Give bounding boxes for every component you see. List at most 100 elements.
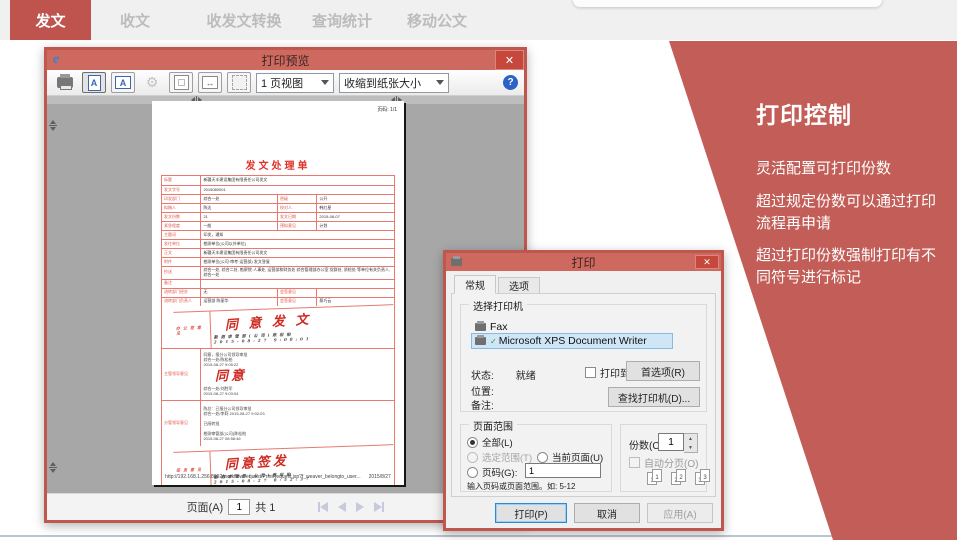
landscape-button[interactable]: A [111, 72, 135, 93]
preview-toolbar: A A ⚙ ↔ 1 页视图 收缩到纸张大小 ? [47, 70, 524, 96]
last-page-icon[interactable] [374, 502, 385, 512]
doc-cell-value: 勘测单位(公司以外单位) [203, 240, 247, 246]
doc-cell-label: 密级 [278, 195, 318, 203]
preview-titlebar[interactable]: e 打印预览 ✕ [47, 50, 524, 70]
handwritten-signature: 同 意 发 文 [224, 311, 313, 333]
preview-title: 打印预览 [261, 53, 310, 68]
document-page: 页码: 1/1 发文处理单 标题 新疆天丰建设集团有限责任公司发文 发文字号 2015… [152, 101, 404, 485]
approval-note: 同意，报分公司领导审批 综合一处/陈松柏 2015-08-27 9:05:22 [203, 351, 248, 367]
nav-tab-2[interactable]: 收文 [100, 0, 170, 40]
doc-row: 标题 新疆天丰建设集团有限责任公司发文 [162, 176, 394, 185]
doc-cell-label: 附件 [162, 258, 202, 266]
tab-general[interactable]: 常规 [454, 275, 496, 294]
margins-button[interactable] [169, 72, 193, 93]
page-nav [318, 502, 385, 512]
range-pages-input[interactable] [525, 463, 601, 478]
nav-tab-1[interactable]: 发文 [10, 0, 91, 40]
doc-row: 发文份数 21 发文日期 2015-08-07 [162, 212, 394, 221]
doc-cell-value: 印发，通知 [203, 231, 224, 237]
doc-cell-value: 2015-08-07 [319, 213, 340, 219]
dialog-titlebar[interactable]: 打印 ✕ [446, 253, 721, 271]
previous-page-icon[interactable] [338, 502, 347, 512]
radio-icon [467, 436, 478, 448]
gear-icon: ⚙ [145, 74, 159, 90]
fit-width-button[interactable]: ↔ [198, 72, 222, 93]
dialog-close-button[interactable]: ✕ [695, 255, 719, 269]
doc-cell-value: 同 意 发 文勘测审管部(公司)陈松柏 2015-08-27 9:08:01 [211, 305, 394, 348]
checkbox-icon [629, 457, 640, 468]
page-setup-button[interactable]: ⚙ [140, 72, 164, 93]
location-label: 位置: [471, 387, 494, 398]
margins-icon [173, 75, 189, 90]
printer-icon [475, 321, 486, 331]
page-field-label: 页面(A) [186, 502, 224, 514]
nav-tab-5[interactable]: 移动公文 [388, 0, 486, 40]
range-pages-radio[interactable]: 页码(G): [467, 465, 517, 479]
select-printer-group: 选择打印机 Fax ✓ Microsoft XPS Document Writer … [460, 298, 707, 412]
checkbox-icon [585, 367, 596, 378]
document-date: 2015/8/27 [368, 474, 391, 480]
doc-cell-label: 办公室意见 [173, 311, 213, 350]
select-printer-label: 选择打印机 [469, 298, 527, 313]
headers-icon [231, 75, 247, 90]
next-page-icon[interactable] [356, 502, 365, 512]
bottom-margin-handle[interactable] [49, 462, 57, 473]
range-selection-radio[interactable]: 选定范围(T) [467, 450, 532, 464]
doc-cell-value: 21 [201, 213, 278, 221]
range-current-radio[interactable]: 当前页面(U) [537, 450, 603, 464]
print-button[interactable] [53, 72, 77, 93]
doc-cell-value: 勘测单位(公司·审考·运营部) 发文答复 [203, 258, 270, 264]
range-hint: 输入页码或页面范围。如: 5-12 [467, 482, 576, 491]
chevron-down-icon [321, 80, 329, 85]
top-margin-handle[interactable] [49, 120, 57, 131]
collate-checkbox[interactable]: 自动分页(O) [629, 455, 698, 470]
handwritten-signature: 同意签发 [224, 453, 290, 473]
print-confirm-button[interactable]: 打印(P) [495, 503, 567, 523]
apply-button[interactable]: 应用(A) [647, 503, 713, 523]
tab-options[interactable]: 选项 [498, 277, 540, 294]
nav-tab-3[interactable]: 收发文转换 [183, 0, 305, 40]
doc-cell-value: 运营部 陈丽华 [201, 297, 278, 306]
find-printer-button[interactable]: 查找打印机(D)... [608, 387, 700, 407]
doc-row: 发文字号 2015080001 [162, 185, 394, 194]
doc-row: 办公室意见同 意 发 文勘测审管部(公司)陈松柏 2015-08-27 9:08… [173, 303, 394, 350]
copies-value[interactable]: 1 [658, 433, 684, 451]
footer-divider [0, 535, 957, 537]
preview-close-button[interactable]: ✕ [495, 50, 524, 70]
doc-cell-label: 发文日期 [278, 213, 318, 221]
screen: 发文 收文 收发文转换 查询统计 移动公文 打印控制 灵活配置可打印份数 超过规定份数可以… [0, 0, 957, 540]
doc-cell-value: 综合一处 [201, 195, 278, 203]
help-icon[interactable]: ? [503, 75, 518, 90]
page-number: 页码: 1/1 [377, 107, 397, 113]
doc-cell-label: 印发部门 [162, 195, 202, 203]
collate-page-pair: 33 [695, 469, 711, 485]
fit-width-icon: ↔ [202, 76, 218, 89]
doc-cell-value [317, 289, 394, 297]
dialog-buttons: 打印(P) 取消 应用(A) [495, 503, 713, 523]
scale-select[interactable]: 收缩到纸张大小 [339, 72, 449, 93]
spin-down-icon[interactable]: ▼ [684, 443, 697, 452]
nav-tab-4[interactable]: 查询统计 [293, 0, 391, 40]
doc-cell-value: 韩红星 [319, 204, 332, 210]
approval-note: 综合一处/刘胜军 2015-08-27 9:03:04 [203, 386, 239, 397]
view-select[interactable]: 1 页视图 [256, 72, 334, 93]
portrait-button[interactable]: A [82, 72, 106, 93]
doc-cell-value: 无 [201, 288, 278, 297]
range-all-radio[interactable]: 全部(L) [467, 435, 513, 449]
dialog-body: 常规 选项 选择打印机 Fax ✓ Microsoft XPS Document W… [446, 271, 721, 528]
spin-up-icon[interactable]: ▲ [684, 434, 697, 443]
doc-cell-label: 预拟意见 [278, 222, 318, 230]
doc-cell-value: 公开 [319, 195, 328, 201]
cancel-button[interactable]: 取消 [574, 503, 640, 523]
preferences-button[interactable]: 首选项(R) [626, 361, 700, 381]
doc-cell-label: 流转部门负责人 [162, 297, 202, 306]
headers-button[interactable] [227, 72, 251, 93]
doc-cell-label: 发文字号 [162, 186, 202, 194]
first-page-icon[interactable] [318, 502, 329, 512]
page-input[interactable] [228, 499, 251, 515]
browser-bar-remnant [573, 0, 882, 7]
page-total-label: 共 1 [255, 502, 276, 514]
doc-cell-label: 正文 [162, 249, 202, 257]
printer-item[interactable]: ✓ Microsoft XPS Document Writer [471, 333, 673, 349]
copies-stepper[interactable]: 1 ▲ ▼ [658, 433, 698, 453]
